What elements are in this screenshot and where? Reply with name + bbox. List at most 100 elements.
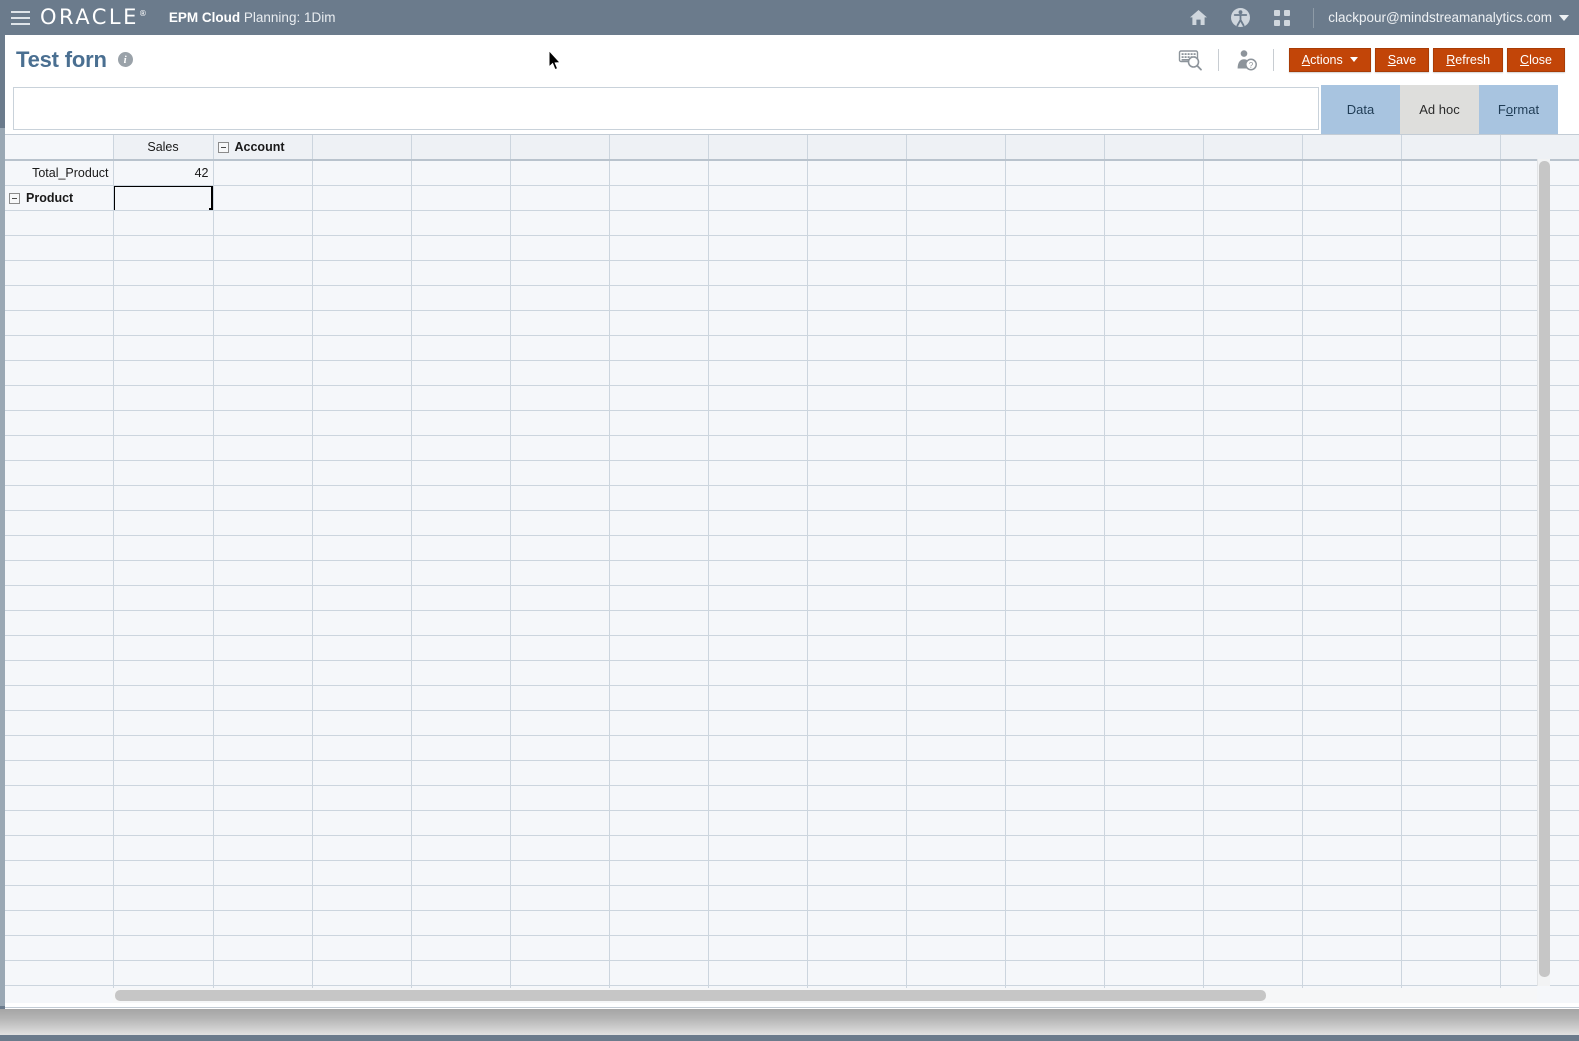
grid-cell[interactable]: [1401, 435, 1501, 461]
grid-cell[interactable]: [1302, 660, 1402, 686]
grid-cell[interactable]: [213, 535, 313, 561]
grid-cell[interactable]: [1005, 735, 1105, 761]
row-header-empty[interactable]: [5, 310, 114, 336]
grid-cell[interactable]: [1302, 285, 1402, 311]
grid-cell[interactable]: [1005, 685, 1105, 711]
row-header-total-product[interactable]: Total_Product: [5, 160, 114, 186]
grid-cell[interactable]: [906, 285, 1006, 311]
grid-cell[interactable]: [609, 610, 709, 636]
grid-cell[interactable]: [807, 335, 907, 361]
grid-cell[interactable]: [708, 435, 808, 461]
grid-cell[interactable]: [807, 510, 907, 536]
grid-cell[interactable]: [906, 710, 1006, 736]
grid-cell[interactable]: [510, 460, 610, 486]
grid-cell[interactable]: [609, 960, 709, 986]
grid-cell[interactable]: [1104, 685, 1204, 711]
grid-cell[interactable]: [708, 535, 808, 561]
grid-cell[interactable]: [312, 685, 412, 711]
grid-cell[interactable]: [113, 535, 214, 561]
row-header-empty[interactable]: [5, 935, 114, 961]
grid-cell[interactable]: [1005, 285, 1105, 311]
grid-cell[interactable]: [1302, 560, 1402, 586]
grid-cell[interactable]: [708, 635, 808, 661]
grid-cell[interactable]: [708, 460, 808, 486]
grid-cell[interactable]: [510, 685, 610, 711]
keyboard-search-icon[interactable]: [1171, 40, 1211, 80]
grid-cell[interactable]: [1104, 410, 1204, 436]
grid-cell[interactable]: [807, 460, 907, 486]
grid-cell[interactable]: [1203, 385, 1303, 411]
grid-cell[interactable]: [609, 310, 709, 336]
grid-cell[interactable]: [113, 285, 214, 311]
grid-cell[interactable]: [1401, 935, 1501, 961]
grid-cell[interactable]: [411, 935, 511, 961]
grid-cell[interactable]: [708, 760, 808, 786]
grid-cell[interactable]: [113, 760, 214, 786]
grid-cell[interactable]: [609, 410, 709, 436]
grid-cell[interactable]: [906, 885, 1006, 911]
grid-cell[interactable]: [411, 760, 511, 786]
grid-cell[interactable]: [609, 660, 709, 686]
grid-cell[interactable]: [807, 210, 907, 236]
oracle-logo[interactable]: ORACLE®: [40, 5, 147, 29]
grid-cell[interactable]: [1104, 260, 1204, 286]
grid-cell[interactable]: [1302, 510, 1402, 536]
grid-cell[interactable]: [213, 360, 313, 386]
grid-cell[interactable]: [609, 685, 709, 711]
grid-cell[interactable]: [113, 635, 214, 661]
grid-cell[interactable]: [807, 910, 907, 936]
grid-cell[interactable]: [213, 260, 313, 286]
collapse-account-icon[interactable]: [217, 142, 229, 154]
grid-cell[interactable]: [906, 910, 1006, 936]
grid-cell[interactable]: [609, 885, 709, 911]
grid-cell[interactable]: [411, 685, 511, 711]
cell-total-product-account[interactable]: [213, 160, 313, 186]
row-header-empty[interactable]: [5, 535, 114, 561]
grid-cell[interactable]: [510, 360, 610, 386]
grid-cell[interactable]: [1401, 510, 1501, 536]
grid-cell[interactable]: [1005, 410, 1105, 436]
grid-cell[interactable]: [113, 360, 214, 386]
grid-cell[interactable]: [1203, 310, 1303, 336]
grid-cell[interactable]: [1302, 310, 1402, 336]
grid-cell[interactable]: [906, 935, 1006, 961]
grid-cell[interactable]: [113, 210, 214, 236]
grid-cell[interactable]: [609, 535, 709, 561]
grid-cell[interactable]: [807, 160, 907, 186]
grid-cell[interactable]: [609, 285, 709, 311]
grid-cell[interactable]: [312, 410, 412, 436]
grid-cell[interactable]: [1104, 885, 1204, 911]
grid-cell[interactable]: [113, 260, 214, 286]
grid-cell[interactable]: [609, 835, 709, 861]
grid-cell[interactable]: [113, 385, 214, 411]
grid-cell[interactable]: [113, 860, 214, 886]
row-header-empty[interactable]: [5, 235, 114, 261]
grid-cell[interactable]: [1302, 185, 1402, 211]
row-header-empty[interactable]: [5, 260, 114, 286]
grid-cell[interactable]: [1203, 910, 1303, 936]
grid-cell[interactable]: [1203, 160, 1303, 186]
grid-cell[interactable]: [1005, 560, 1105, 586]
grid-cell[interactable]: [1401, 660, 1501, 686]
grid-cell[interactable]: [1401, 310, 1501, 336]
grid-cell[interactable]: [906, 810, 1006, 836]
grid-cell[interactable]: [411, 435, 511, 461]
row-header-empty[interactable]: [5, 385, 114, 411]
grid-cell[interactable]: [113, 910, 214, 936]
grid-cell[interactable]: [708, 785, 808, 811]
grid-cell[interactable]: [1104, 560, 1204, 586]
grid-cell[interactable]: [312, 960, 412, 986]
grid-cell[interactable]: [1005, 810, 1105, 836]
grid-cell[interactable]: [609, 935, 709, 961]
grid-cell[interactable]: [1104, 735, 1204, 761]
grid-cell[interactable]: [708, 185, 808, 211]
row-header-empty[interactable]: [5, 360, 114, 386]
grid-cell[interactable]: [510, 610, 610, 636]
grid-cell[interactable]: [312, 285, 412, 311]
grid-cell[interactable]: [1203, 635, 1303, 661]
grid-cell[interactable]: [1104, 960, 1204, 986]
grid-cell[interactable]: [510, 785, 610, 811]
grid-cell[interactable]: [906, 310, 1006, 336]
grid-cell[interactable]: [411, 285, 511, 311]
grid-cell[interactable]: [213, 335, 313, 361]
